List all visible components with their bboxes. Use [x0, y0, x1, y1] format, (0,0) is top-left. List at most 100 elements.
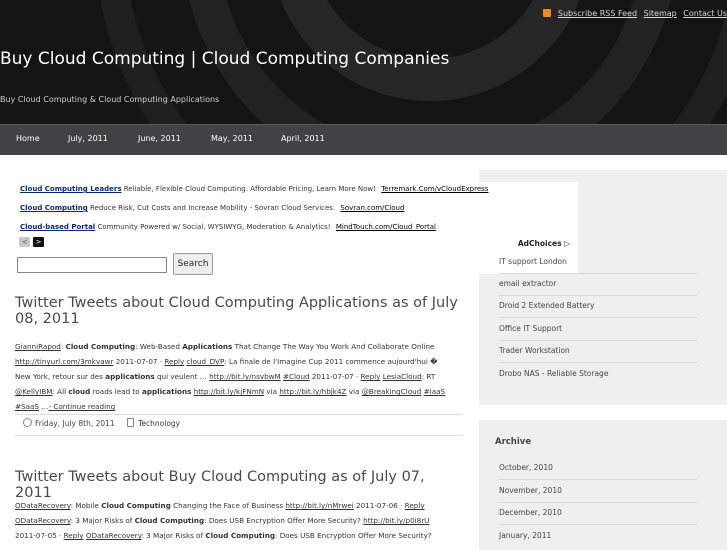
excerpt-link[interactable]: GianniRapod	[15, 342, 61, 351]
excerpt-line: New York, retour sur des applications qu…	[15, 369, 463, 384]
archive-heading: Archive	[495, 437, 532, 447]
excerpt-line: ODataRecovery: Mobile Cloud Computing Ch…	[15, 498, 463, 513]
sidebar-link[interactable]: Droid 2 Extended Battery	[499, 295, 697, 318]
ad-text: Reduce Risk, Cut Costs and Increase Mobi…	[90, 204, 336, 212]
ad-text: Community Powered w/ Social, WYSIWYG, Mo…	[97, 223, 331, 231]
main-content: Cloud Computing Leaders Reliable, Flexib…	[0, 155, 727, 550]
ad-item[interactable]: Cloud Computing Leaders Reliable, Flexib…	[20, 185, 488, 193]
ad-title[interactable]: Cloud-based Portal	[20, 223, 95, 231]
excerpt-link[interactable]: Reply	[405, 501, 425, 510]
ad-item[interactable]: Cloud Computing Reduce Risk, Cut Costs a…	[20, 204, 404, 212]
post-title[interactable]: Twitter Tweets about Buy Cloud Computing…	[15, 469, 465, 501]
adchoices-link[interactable]: AdChoices ▷	[518, 239, 570, 248]
site-description: Buy Cloud Computing & Cloud Computing Ap…	[0, 95, 220, 104]
excerpt-link[interactable]: Reply	[64, 531, 84, 540]
contact-link[interactable]: Contact Us	[683, 9, 727, 18]
post-date: Friday, July 8th, 2011	[35, 419, 115, 428]
ad-item[interactable]: Cloud-based Portal Community Powered w/ …	[20, 223, 436, 231]
search-input[interactable]	[17, 257, 167, 273]
excerpt-link[interactable]: http://bit.ly/kjFNmN	[194, 387, 264, 396]
excerpt-link[interactable]: http://tinyurl.com/3mkvawr	[15, 357, 113, 366]
nav-item-july-2011[interactable]: July, 2011	[68, 134, 108, 143]
site-header: Subscribe RSS Feed Sitemap Contact Us Bu…	[0, 0, 727, 124]
ad-prev-button[interactable]: <	[19, 237, 30, 247]
excerpt-text: : Does USB Encryption Offer More Securit…	[204, 516, 364, 525]
rss-icon[interactable]	[543, 9, 552, 17]
excerpt-text: : Web-Based	[135, 342, 183, 351]
excerpt-text: New York, retour sur des	[15, 372, 106, 381]
ad-next-button[interactable]: >	[33, 237, 44, 247]
excerpt-link[interactable]: Reply	[361, 372, 381, 381]
archive-link[interactable]: October, 2010	[499, 457, 697, 480]
excerpt-text: : La finale de l'Imagine Cup 2011 commen…	[224, 357, 438, 366]
site-title[interactable]: Buy Cloud Computing | Cloud Computing Co…	[0, 49, 449, 69]
excerpt-link[interactable]: ODataRecovery	[15, 501, 71, 510]
excerpt-keyword: Cloud Computing	[65, 342, 136, 351]
excerpt-text: 2011-07-07 ·	[113, 357, 165, 366]
ad-url[interactable]: Sovran.com/Cloud	[340, 204, 404, 212]
sidebar-link[interactable]: Drobo NAS - Reliable Storage	[499, 363, 697, 385]
excerpt-text: 2011-07-06 ·	[353, 501, 405, 510]
sidebar-link[interactable]: Office IT Support	[499, 318, 697, 341]
excerpt-text: qui veulent …	[154, 372, 210, 381]
archive-link[interactable]: January, 2011	[499, 525, 697, 547]
excerpt-link[interactable]: LesiaCloud	[383, 372, 422, 381]
excerpt-text: Changing the Face of Business	[170, 501, 286, 510]
excerpt-link[interactable]: #IaaS	[424, 387, 446, 396]
excerpt-link[interactable]: @KellyIBM	[15, 387, 52, 396]
excerpt-keyword: cloud	[68, 387, 91, 396]
ad-title[interactable]: Cloud Computing Leaders	[20, 185, 122, 193]
nav-item-june-2011[interactable]: June, 2011	[138, 134, 181, 143]
excerpt-link[interactable]: #SaaS	[15, 402, 39, 411]
post-meta: Friday, July 8th, 2011 Technology	[15, 414, 463, 436]
excerpt-text: : All	[52, 387, 69, 396]
sitemap-link[interactable]: Sitemap	[644, 9, 677, 18]
excerpt-link[interactable]: cloud_DVP	[187, 357, 225, 366]
main-nav: Home July, 2011 June, 2011 May, 2011 Apr…	[0, 124, 727, 155]
post-title[interactable]: Twitter Tweets about Cloud Computing App…	[15, 295, 465, 327]
excerpt-line: @KellyIBM: All cloud roads lead to appli…	[15, 384, 463, 399]
nav-item-may-2011[interactable]: May, 2011	[211, 134, 253, 143]
excerpt-text: via	[264, 387, 280, 396]
excerpt-link[interactable]: ODataRecovery	[86, 531, 142, 540]
post-excerpt: ODataRecovery: Mobile Cloud Computing Ch…	[15, 498, 463, 543]
excerpt-keyword: applications	[105, 372, 155, 381]
category-icon	[127, 418, 135, 427]
excerpt-link[interactable]: ODataRecovery	[15, 516, 71, 525]
sidebar-link[interactable]: email extractor	[499, 273, 697, 296]
excerpt-link[interactable]: http://bit.ly/nMrwei	[285, 501, 353, 510]
ad-url[interactable]: MindTouch.com/Cloud_Portal	[336, 223, 436, 231]
excerpt-link[interactable]: - Continue reading	[48, 402, 115, 411]
archive-link[interactable]: November, 2010	[499, 480, 697, 503]
adchoices-label: AdChoices	[517, 239, 562, 248]
excerpt-link[interactable]: http://bit.ly/hbjk4Z	[279, 387, 346, 396]
ad-text: Reliable, Flexible Cloud Computing. Affo…	[123, 185, 376, 193]
excerpt-text: : Mobile	[70, 501, 102, 510]
excerpt-text: : 3 Major Risks of	[141, 531, 206, 540]
sidebar-link[interactable]: Trader Workstation	[499, 340, 697, 363]
archive-link[interactable]: December, 2010	[499, 502, 697, 525]
ad-url[interactable]: Terremark.Com/vCloudExpress	[381, 185, 488, 193]
excerpt-line: 2011-07-05 · Reply ODataRecovery: 3 Majo…	[15, 528, 463, 543]
ad-title[interactable]: Cloud Computing	[20, 204, 88, 212]
excerpt-line: ODataRecovery: 3 Major Risks of Cloud Co…	[15, 513, 463, 528]
excerpt-keyword: Cloud Computing	[205, 531, 275, 540]
excerpt-text: : 3 Major Risks of	[70, 516, 135, 525]
excerpt-link[interactable]: @BreakingCloud	[362, 387, 422, 396]
excerpt-text: That Change The Way You Work And Collabo…	[232, 342, 435, 351]
excerpt-text: : RT	[421, 372, 436, 381]
excerpt-keyword: Applications	[182, 342, 233, 351]
post-category[interactable]: Technology	[138, 419, 180, 428]
header-top-links: Subscribe RSS Feed Sitemap Contact Us	[543, 9, 727, 18]
search-button[interactable]: Search	[173, 253, 213, 275]
excerpt-text: : Does USB Encryption Offer More Securit…	[274, 531, 432, 540]
subscribe-rss-link[interactable]: Subscribe RSS Feed	[558, 9, 637, 18]
excerpt-link[interactable]: Reply	[164, 357, 184, 366]
sidebar-link[interactable]: IT support London	[499, 251, 697, 274]
nav-item-april-2011[interactable]: April, 2011	[281, 134, 325, 143]
post-excerpt: GianniRapod: Cloud Computing: Web-Based …	[15, 339, 463, 414]
excerpt-link[interactable]: #Cloud	[283, 372, 310, 381]
excerpt-link[interactable]: http://bit.ly/nsvbwM	[209, 372, 281, 381]
nav-item-home[interactable]: Home	[16, 134, 40, 143]
excerpt-link[interactable]: http://bit.ly/p0i8rU	[363, 516, 429, 525]
